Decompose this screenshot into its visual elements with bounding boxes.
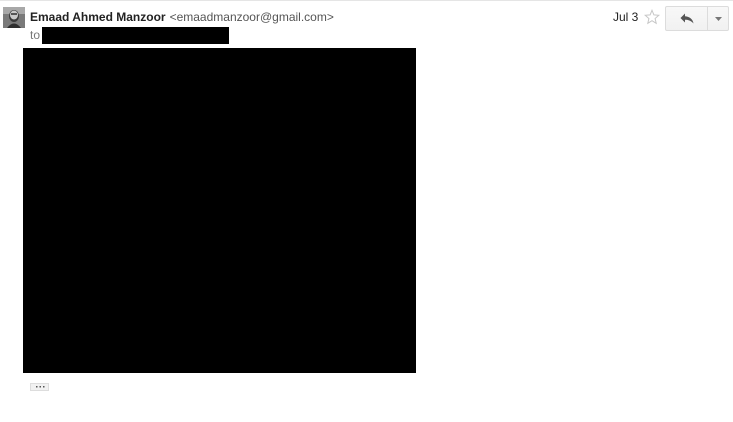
header-divider xyxy=(0,0,733,1)
avatar-image xyxy=(3,7,25,28)
more-options-button[interactable] xyxy=(708,6,729,31)
sender-line: Emaad Ahmed Manzoor <emaadmanzoor@gmail.c… xyxy=(30,9,334,25)
message-date[interactable]: Jul 3 xyxy=(613,9,638,25)
star-icon[interactable] xyxy=(644,9,660,25)
message-body-redacted xyxy=(23,48,416,373)
recipient-label: to xyxy=(30,28,41,42)
reply-arrow-icon xyxy=(680,13,694,24)
sender-avatar[interactable] xyxy=(3,7,25,28)
reply-button[interactable] xyxy=(665,6,708,31)
show-trimmed-content-button[interactable] xyxy=(30,383,49,391)
sender-email: <emaadmanzoor@gmail.com> xyxy=(169,10,334,24)
ellipsis-icon xyxy=(36,386,45,388)
chevron-down-icon xyxy=(715,17,722,21)
recipient-details-redacted[interactable] xyxy=(42,27,229,44)
sender-name[interactable]: Emaad Ahmed Manzoor xyxy=(30,10,166,24)
reply-button-group xyxy=(665,6,729,31)
